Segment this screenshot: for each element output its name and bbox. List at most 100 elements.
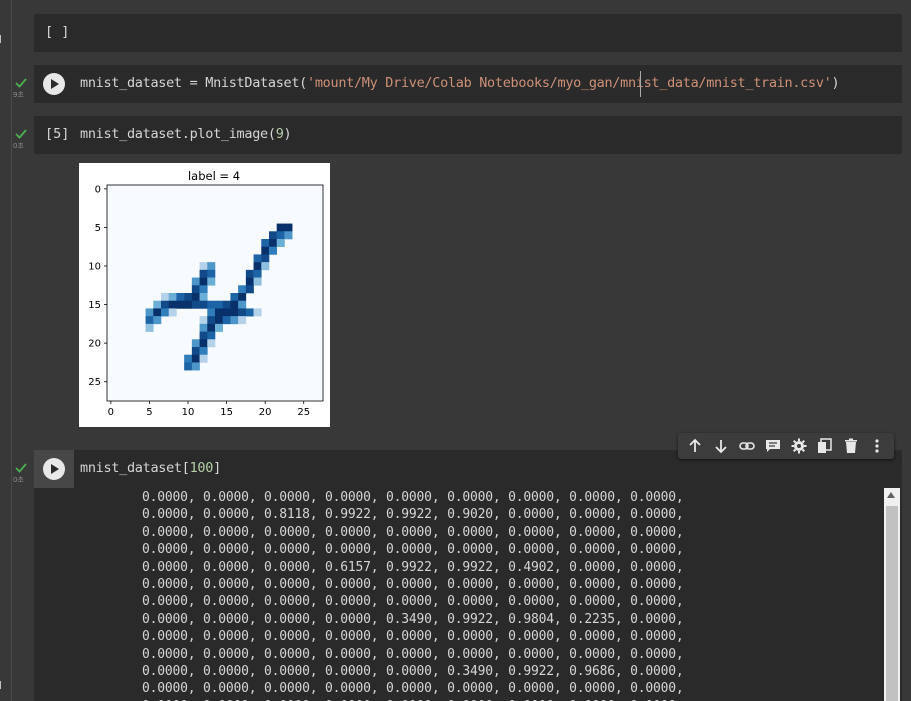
image-pixel: [191, 347, 200, 356]
code-line[interactable]: mnist_dataset.plot_image(9): [80, 126, 292, 142]
image-pixel: [199, 293, 208, 302]
run-cell-button[interactable]: [43, 458, 65, 480]
image-pixel: [191, 362, 200, 371]
image-pixel: [207, 316, 216, 325]
image-pixel: [207, 277, 216, 286]
image-pixel: [184, 362, 193, 371]
collapse-marker: [0, 681, 5, 689]
run-cell-button[interactable]: [43, 73, 65, 95]
image-pixel: [161, 300, 170, 309]
output-line: 0.0000, 0.0000, 0.0000, 0.0000, 0.0000, …: [142, 524, 684, 540]
cell-toolbar: [678, 433, 894, 459]
x-tick-label: 15: [220, 407, 233, 418]
output-line: 0.0000, 0.0000, 0.0000, 0.0000, 0.0000, …: [142, 594, 684, 610]
scroll-thumb[interactable]: [886, 506, 898, 701]
code-part: ]: [213, 460, 221, 476]
image-pixel: [161, 308, 170, 317]
execution-count-label: [5]: [45, 126, 70, 142]
image-pixel: [199, 277, 208, 286]
image-pixel: [168, 308, 177, 317]
image-pixel: [222, 308, 231, 317]
plot-title: label = 4: [188, 169, 240, 183]
left-gutter: [0, 0, 34, 701]
tensor-output-text: 0.0000, 0.0000, 0.0000, 0.0000, 0.0000, …: [142, 489, 684, 701]
image-pixel: [222, 316, 231, 325]
code-string: 'mount/My Drive/Colab Notebooks/myo_gan/…: [307, 75, 707, 91]
x-tick-label: 25: [297, 407, 310, 418]
image-pixel: [145, 323, 154, 332]
image-pixel: [238, 293, 247, 302]
code-cell-load-dataset[interactable]: mnist_dataset = MnistDataset('mount/My D…: [34, 65, 902, 103]
collapse-marker: [0, 35, 5, 43]
trash-icon[interactable]: [841, 436, 861, 456]
image-pixel: [245, 277, 254, 286]
image-pixel: [191, 277, 200, 286]
code-line[interactable]: mnist_dataset = MnistDataset('mount/My D…: [80, 75, 840, 91]
image-pixel: [199, 262, 208, 271]
image-pixel: [184, 293, 193, 302]
mnist-image-plot: label = 4 0 5 10 15 20 25 0 5 10 15 20 25: [88, 169, 324, 418]
image-pixel: [261, 254, 270, 263]
comment-icon[interactable]: [763, 436, 783, 456]
link-icon[interactable]: [737, 436, 757, 456]
output-line: 0.0000, 0.0000, 0.0000, 0.0000, 0.0000, …: [142, 542, 684, 558]
image-pixel: [191, 293, 200, 302]
image-pixel: [207, 323, 216, 332]
image-pixel: [191, 285, 200, 294]
execution-time: 0초: [13, 142, 24, 150]
output-scrollbar[interactable]: [884, 488, 900, 701]
x-tick-label: 0: [108, 407, 114, 418]
x-tick-label: 5: [146, 407, 152, 418]
image-pixel: [199, 339, 208, 348]
image-pixel: [153, 308, 162, 317]
image-pixel: [153, 316, 162, 325]
y-tick-label: 25: [88, 377, 101, 388]
image-pixel: [215, 300, 224, 309]
image-pixel: [199, 300, 208, 309]
image-pixel: [238, 300, 247, 309]
gear-icon[interactable]: [789, 436, 809, 456]
image-pixel: [161, 293, 170, 302]
image-pixel: [222, 300, 231, 309]
y-tick-label: 5: [95, 223, 101, 234]
image-pixel: [207, 262, 216, 271]
plot-output: label = 4 0 5 10 15 20 25 0 5 10 15 20 25: [79, 163, 330, 427]
image-pixel: [245, 285, 254, 294]
code-cell-plot-image[interactable]: [5] mnist_dataset.plot_image(9): [34, 116, 902, 154]
code-number: 100: [189, 460, 214, 476]
image-pixel: [191, 300, 200, 309]
image-pixel: [199, 316, 208, 325]
image-pixel: [199, 354, 208, 363]
scroll-up-arrow[interactable]: [887, 492, 895, 498]
execution-count-label: [ ]: [45, 24, 70, 40]
output-line: 0.0000, 0.0000, 0.0000, 0.6157, 0.9922, …: [142, 559, 684, 575]
image-pixel: [207, 300, 216, 309]
image-pixel: [207, 339, 216, 348]
arrow-up-icon[interactable]: [685, 436, 705, 456]
y-tick-label: 0: [95, 184, 101, 195]
code-part: mnist_dataset = MnistDataset(: [80, 75, 308, 91]
check-icon: [15, 129, 27, 139]
image-pixel: [176, 300, 185, 309]
arrow-down-icon[interactable]: [711, 436, 731, 456]
execution-time: 0초: [13, 476, 24, 484]
code-part: ): [283, 126, 292, 142]
empty-code-cell[interactable]: [ ]: [34, 14, 902, 52]
image-pixel: [207, 269, 216, 278]
more-vert-icon[interactable]: [867, 436, 887, 456]
image-pixel: [261, 239, 270, 248]
image-pixel: [245, 308, 254, 317]
image-pixel: [269, 246, 278, 255]
image-pixel: [184, 300, 193, 309]
image-pixel: [230, 300, 239, 309]
output-line: 0.0000, 0.0000, 0.0000, 0.0000, 0.3490, …: [142, 611, 684, 627]
code-line[interactable]: mnist_dataset[100]: [80, 460, 221, 476]
image-pixel: [191, 354, 200, 363]
mirror-cell-icon[interactable]: [815, 436, 835, 456]
image-pixel: [253, 254, 262, 263]
image-pixel: [168, 293, 177, 302]
image-pixel: [238, 308, 247, 317]
y-tick-label: 10: [88, 262, 101, 273]
output-line: 0.0000, 0.0000, 0.0000, 0.0000, 0.0000, …: [142, 681, 684, 697]
image-pixel: [145, 316, 154, 325]
